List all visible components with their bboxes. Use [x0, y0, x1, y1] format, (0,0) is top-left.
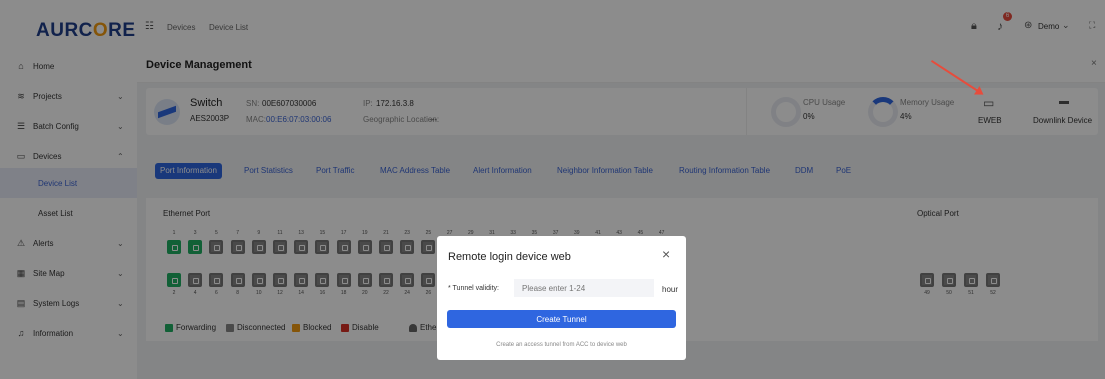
dialog-hint: Create an access tunnel from ACC to devi… — [496, 342, 627, 348]
app-root: AURCORE ⌂ Home ≋ Projects ⌄ ☰ Batch Conf… — [0, 0, 1105, 379]
dialog-title: Remote login device web — [448, 251, 571, 263]
tunnel-validity-unit: hour — [662, 285, 679, 294]
create-tunnel-button[interactable]: Create Tunnel — [447, 310, 676, 328]
tunnel-validity-label: * Tunnel validity: — [448, 285, 499, 292]
tunnel-validity-input[interactable] — [514, 279, 654, 297]
remote-login-dialog: Remote login device web × * Tunnel valid… — [437, 236, 686, 360]
close-icon[interactable]: × — [662, 246, 670, 262]
